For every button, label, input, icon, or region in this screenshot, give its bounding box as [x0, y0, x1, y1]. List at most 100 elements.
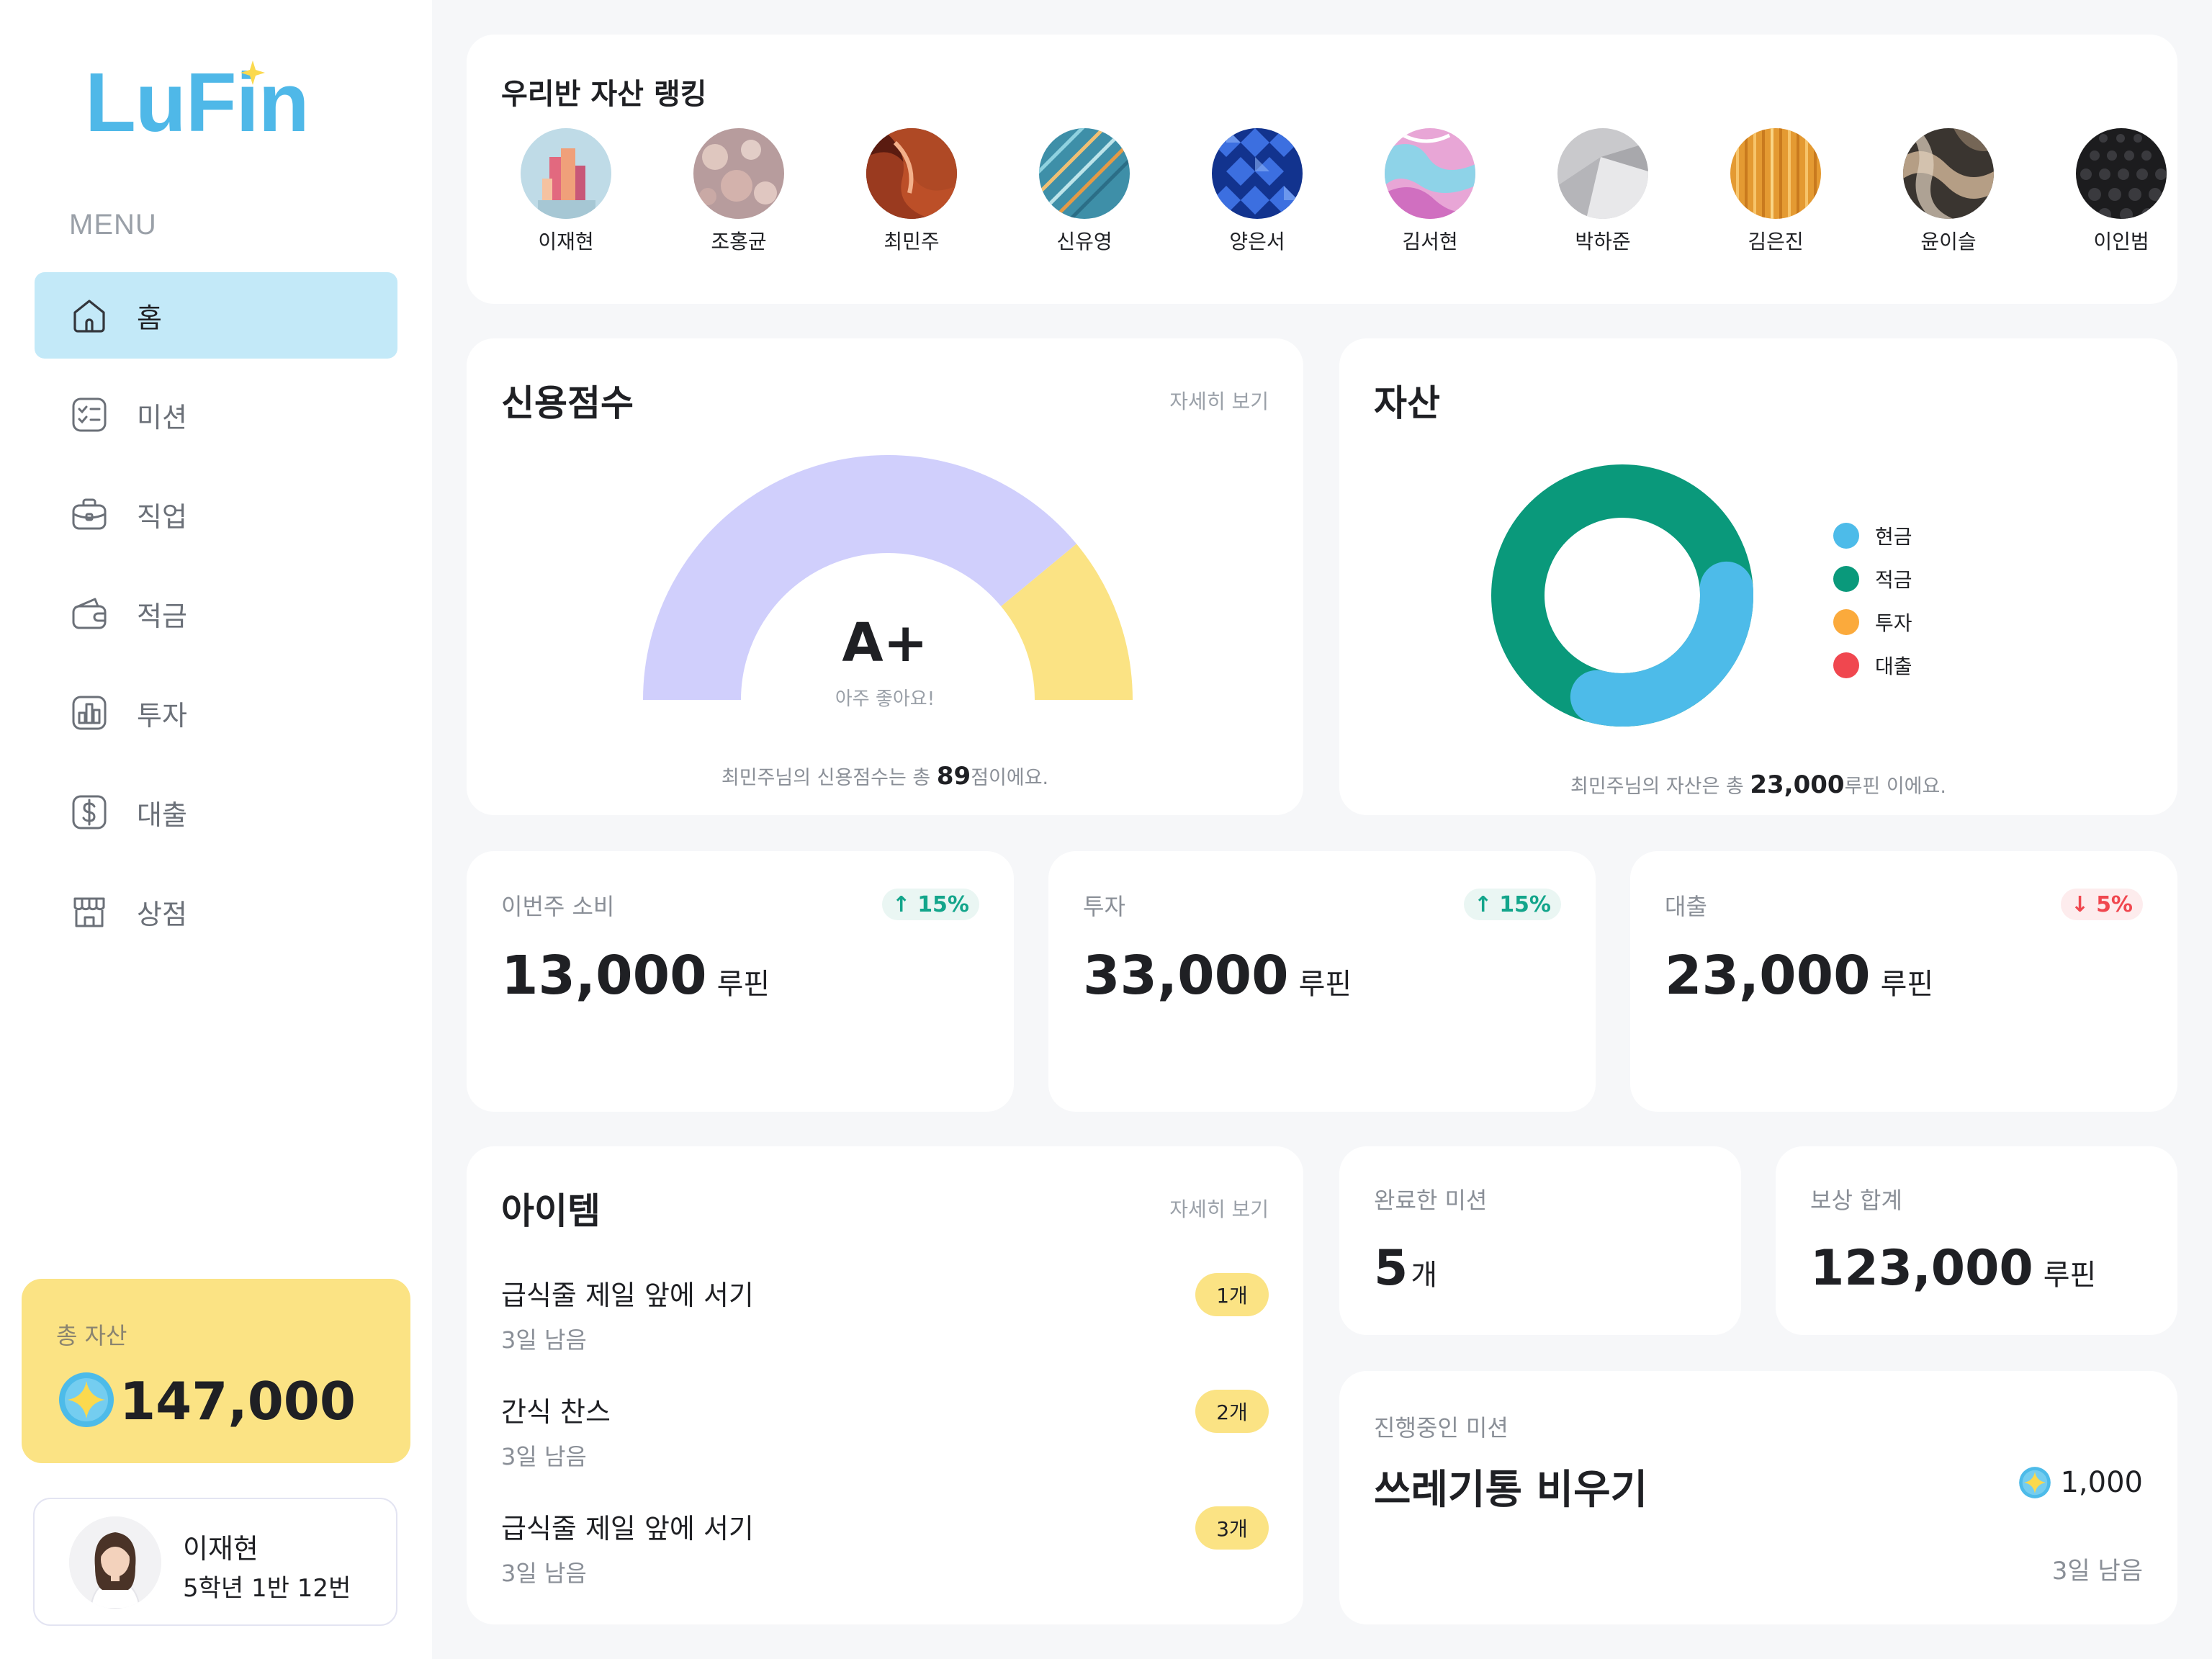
- briefcase-icon: [69, 494, 109, 534]
- item-time-left: 3일 남음: [501, 1326, 587, 1354]
- nav-label: 투자: [137, 699, 187, 732]
- sparkle-icon: [240, 60, 265, 85]
- change-badge: ↑ 15%: [1464, 889, 1561, 920]
- legend-item: 대출: [1833, 644, 1912, 687]
- reward-amount: 1,000: [2060, 1466, 2143, 1499]
- reward-total-card: 보상 합계 123,000 루핀: [1776, 1146, 2177, 1335]
- stat-value: 33,000 루핀: [1083, 945, 1352, 1007]
- item-row[interactable]: 간식 찬스 3일 남음 2개: [501, 1390, 1269, 1506]
- assets-summary-suffix: 루핀 이에요.: [1844, 775, 1946, 798]
- home-icon: [69, 295, 109, 336]
- member-name: 박하준: [1575, 230, 1631, 253]
- completed-missions-unit: 개: [1411, 1259, 1438, 1292]
- wallet-icon: [69, 593, 109, 634]
- ranking-member[interactable]: 박하준: [1538, 128, 1668, 255]
- weekly-spending-card: 이번주 소비 ↑ 15% 13,000 루핀: [467, 851, 1014, 1112]
- profile-card[interactable]: 이재현 5학년 1반 12번: [33, 1498, 397, 1626]
- item-name: 간식 찬스: [501, 1396, 611, 1428]
- legend-label: 투자: [1875, 611, 1912, 635]
- legend-item: 투자: [1833, 601, 1912, 644]
- item-row[interactable]: 급식줄 제일 앞에 서기 3일 남음 1개: [501, 1273, 1269, 1390]
- stat-amount: 13,000: [501, 945, 707, 1007]
- ranking-member[interactable]: 조홍균: [674, 128, 804, 255]
- reward-total-value: 123,000 루핀: [1810, 1240, 2096, 1297]
- credit-title: 신용점수: [501, 382, 634, 424]
- ongoing-mission-title: 쓰레기통 비우기: [1374, 1467, 1648, 1514]
- ranking-member[interactable]: 김서현: [1365, 128, 1495, 255]
- lufin-logo[interactable]: LuFin: [85, 60, 310, 144]
- member-avatar: [693, 128, 784, 219]
- asset-ranking-card: 우리반 자산 랭킹 이재현 조홍균 최민주 신유영 양은서 김서현 박하준 김은…: [467, 35, 2177, 304]
- item-time-left: 3일 남음: [501, 1443, 587, 1470]
- nav-item-mission[interactable]: 미션: [35, 372, 397, 458]
- items-title: 아이템: [501, 1190, 601, 1232]
- credit-summary-prefix: 최민주님의 신용점수는 총: [721, 767, 937, 789]
- member-name: 이재현: [538, 230, 594, 253]
- nav-label: 미션: [137, 401, 187, 433]
- assets-title: 자산: [1374, 382, 1440, 424]
- assets-donut-chart: [1491, 464, 1753, 727]
- ranking-member[interactable]: 신유영: [1020, 128, 1149, 255]
- assets-legend: 현금 적금 투자 대출: [1833, 514, 1912, 687]
- stat-label: 이번주 소비: [501, 893, 615, 920]
- legend-dot: [1833, 566, 1859, 592]
- member-name: 이인범: [2093, 230, 2149, 253]
- nav-item-job[interactable]: 직업: [35, 471, 397, 557]
- total-assets-card: 총 자산 147,000: [22, 1279, 410, 1463]
- bar-chart-icon: [69, 693, 109, 733]
- assets-summary: 최민주님의 자산은 총 23,000루핀 이에요.: [1339, 770, 2177, 799]
- credit-score-card: 신용점수 자세히 보기 A+ 아주 좋아요! 최민주님의 신용점수는 총 89점…: [467, 338, 1303, 815]
- ongoing-mission-card[interactable]: 진행중인 미션 쓰레기통 비우기 1,000 3일 남음: [1339, 1371, 2177, 1624]
- nav-label: 적금: [137, 600, 187, 632]
- completed-missions-value: 5개: [1374, 1240, 1437, 1297]
- items-detail-link[interactable]: 자세히 보기: [1169, 1194, 1269, 1223]
- ongoing-mission-reward: 1,000: [2018, 1466, 2143, 1499]
- item-row[interactable]: 급식줄 제일 앞에 서기 3일 남음 3개: [501, 1506, 1269, 1623]
- nav-item-invest[interactable]: 투자: [35, 670, 397, 756]
- change-badge: ↑ 15%: [882, 889, 979, 920]
- ranking-list: 이재현 조홍균 최민주 신유영 양은서 김서현 박하준 김은진 윤이슬 이인범: [501, 128, 2167, 294]
- lufin-coin-icon: [59, 1372, 114, 1427]
- member-avatar: [1557, 128, 1648, 219]
- ranking-title: 우리반 자산 랭킹: [501, 78, 707, 111]
- nav-item-loan[interactable]: 대출: [35, 769, 397, 855]
- nav-item-store[interactable]: 상점: [35, 868, 397, 955]
- checklist-icon: [69, 395, 109, 435]
- credit-detail-link[interactable]: 자세히 보기: [1169, 386, 1269, 415]
- member-name: 양은서: [1229, 230, 1285, 253]
- credit-grade: A+: [842, 612, 928, 674]
- ranking-member[interactable]: 최민주: [847, 128, 976, 255]
- ranking-member[interactable]: 이재현: [501, 128, 631, 255]
- ranking-member[interactable]: 이인범: [2056, 128, 2186, 255]
- credit-summary: 최민주님의 신용점수는 총 89점이에요.: [467, 762, 1303, 791]
- change-value: 15%: [917, 891, 969, 917]
- ongoing-mission-label: 진행중인 미션: [1374, 1414, 1509, 1442]
- stat-unit: 루핀: [1880, 968, 1934, 1001]
- member-avatar: [1730, 128, 1821, 219]
- dollar-icon: [69, 792, 109, 832]
- profile-name: 이재현: [183, 1533, 258, 1565]
- member-name: 김서현: [1402, 230, 1458, 253]
- legend-dot: [1833, 609, 1859, 635]
- ranking-member[interactable]: 양은서: [1192, 128, 1322, 255]
- item-name: 급식줄 제일 앞에 서기: [501, 1280, 754, 1311]
- total-assets-label: 총 자산: [56, 1322, 127, 1349]
- member-name: 조홍균: [711, 230, 767, 253]
- assets-total-value: 23,000: [1750, 770, 1845, 799]
- ranking-member[interactable]: 윤이슬: [1884, 128, 2013, 255]
- nav-item-savings[interactable]: 적금: [35, 570, 397, 657]
- item-name: 급식줄 제일 앞에 서기: [501, 1513, 754, 1545]
- stat-unit: 루핀: [1298, 968, 1352, 1001]
- stat-unit: 루핀: [716, 968, 770, 1001]
- sidebar: LuFin MENU 홈 미션 직업 적금 투자 대출 상점 총 자산 147,…: [0, 0, 432, 1659]
- member-avatar: [1385, 128, 1475, 219]
- nav-label: 홈: [137, 302, 162, 334]
- ranking-member[interactable]: 김은진: [1711, 128, 1840, 255]
- nav-item-home[interactable]: 홈: [35, 272, 397, 359]
- credit-grade-note: 아주 좋아요!: [835, 688, 935, 710]
- item-count-badge: 3개: [1195, 1506, 1269, 1550]
- legend-item: 적금: [1833, 557, 1912, 601]
- legend-label: 대출: [1875, 655, 1912, 678]
- stat-value: 13,000 루핀: [501, 945, 770, 1007]
- arrow-up-icon: ↑: [1474, 891, 1493, 917]
